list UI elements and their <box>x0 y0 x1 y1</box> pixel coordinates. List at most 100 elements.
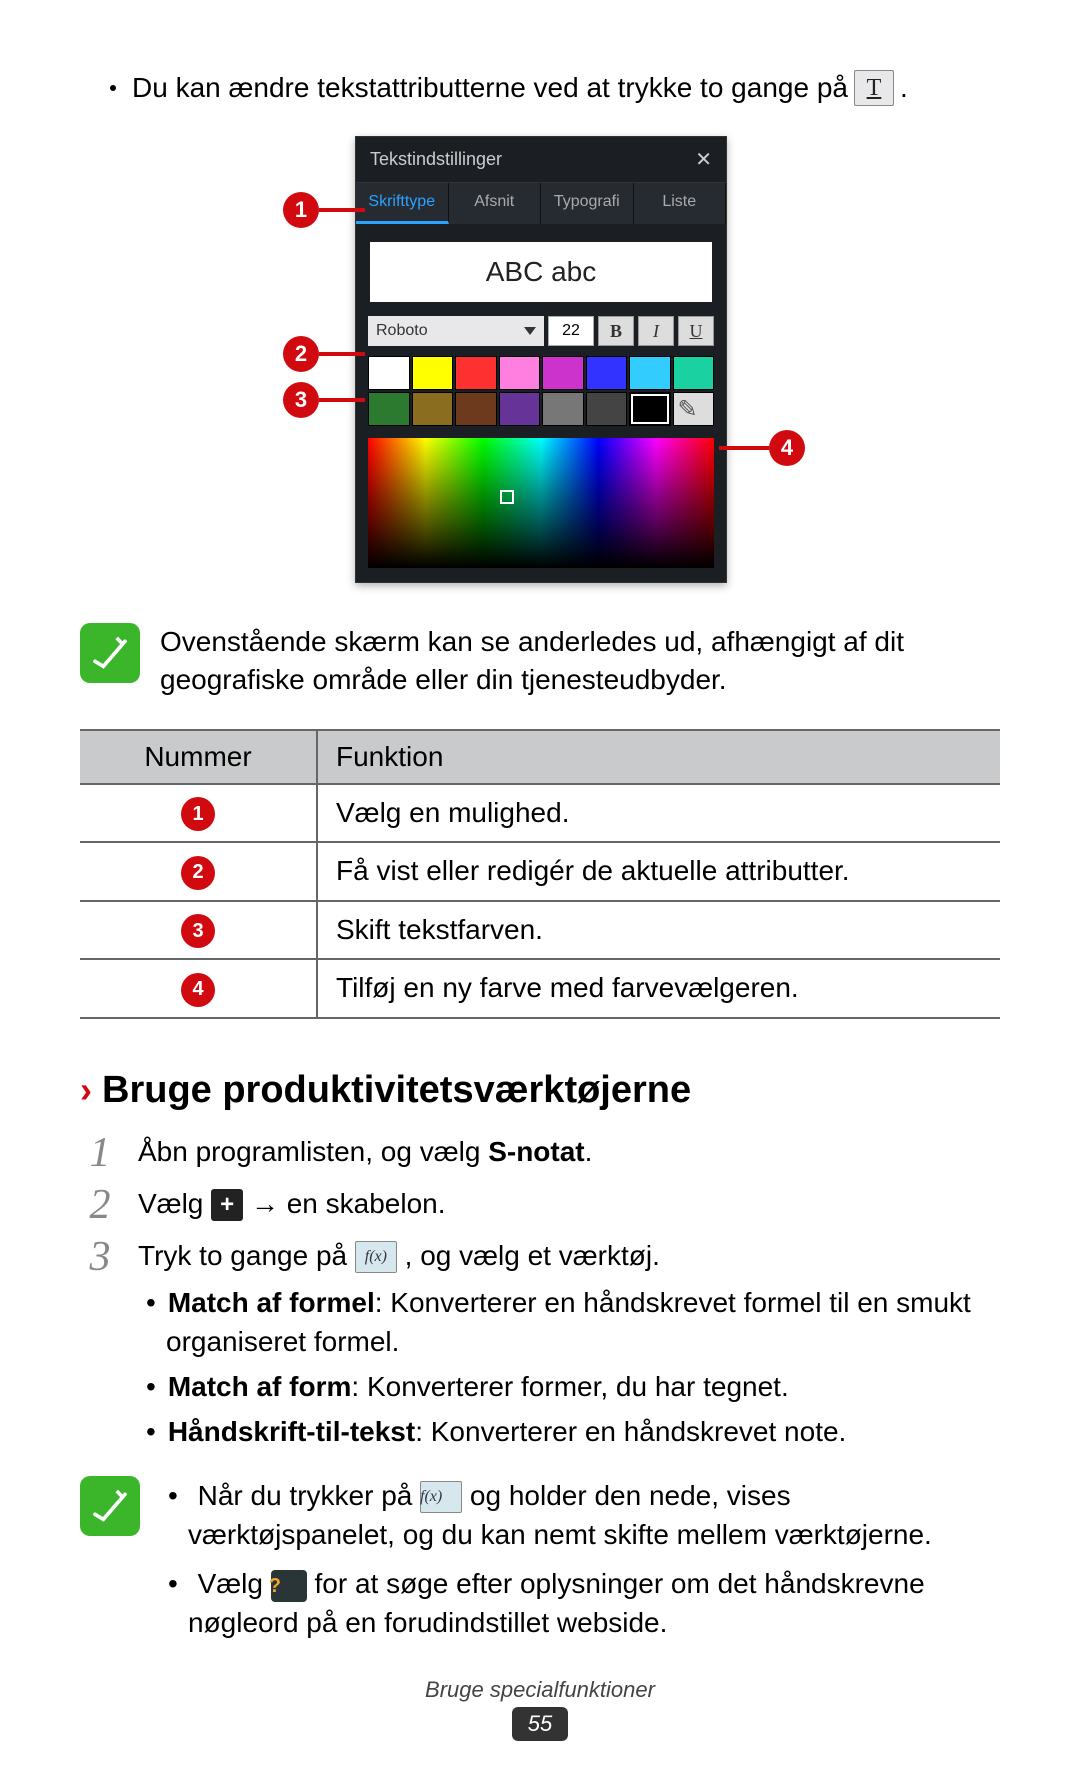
step3-a: Tryk to gange på <box>138 1240 355 1271</box>
tab-typography[interactable]: Typografi <box>541 183 634 224</box>
callout-badge: 1 <box>283 192 319 228</box>
tab-font[interactable]: Skrifttype <box>356 183 449 224</box>
th-number: Nummer <box>80 730 317 784</box>
step-number: 3 <box>80 1236 120 1278</box>
panel-title: Tekstindstillinger <box>370 149 502 170</box>
callout-1: 1 <box>283 192 365 228</box>
swatch-selected[interactable] <box>629 392 671 426</box>
swatch[interactable] <box>586 392 628 426</box>
table-row: 3 Skift tekstfarven. <box>80 901 1000 960</box>
table-row: 2 Få vist eller redigér de aktuelle attr… <box>80 842 1000 901</box>
callout-3: 3 <box>283 382 365 418</box>
swatch[interactable] <box>455 356 497 390</box>
bullet-shape: Match af form: Konverterer former, du ha… <box>138 1367 1000 1406</box>
step2-b: → en skabelon. <box>251 1188 446 1219</box>
page-footer: Bruge specialfunktioner 55 <box>0 1677 1080 1741</box>
eyedropper-button[interactable]: ✎ <box>673 392 715 426</box>
intro-suffix: . <box>900 72 908 104</box>
fx-icon: f(x) <box>355 1241 397 1273</box>
callout-table: Nummer Funktion 1 Vælg en mulighed. 2 Få… <box>80 729 1000 1019</box>
italic-button[interactable]: I <box>638 316 674 346</box>
row-badge: 2 <box>181 856 215 890</box>
intro-bullet: Du kan ændre tekstattributterne ved at t… <box>80 70 1000 106</box>
swatch[interactable] <box>499 392 541 426</box>
font-row: Roboto 22 B I U <box>356 316 726 356</box>
text-settings-panel: Tekstindstillinger ✕ Skrifttype Afsnit T… <box>355 136 727 583</box>
step1-bold: S-notat <box>488 1136 584 1167</box>
fx-icon: f(x) <box>420 1481 462 1513</box>
callout-2: 2 <box>283 336 365 372</box>
swatch[interactable] <box>673 356 715 390</box>
eyedropper-icon: ✎ <box>678 395 698 424</box>
note-icon <box>80 1476 140 1536</box>
row-func: Skift tekstfarven. <box>317 901 1000 960</box>
row-func: Vælg en mulighed. <box>317 784 1000 843</box>
manual-page: Du kan ændre tekstattributterne ved at t… <box>0 0 1080 1771</box>
screenshot-figure: Tekstindstillinger ✕ Skrifttype Afsnit T… <box>80 136 1000 583</box>
callout-line <box>319 352 365 356</box>
tab-paragraph[interactable]: Afsnit <box>449 183 542 224</box>
swatch[interactable] <box>455 392 497 426</box>
close-icon[interactable]: ✕ <box>695 147 712 172</box>
bold-button[interactable]: B <box>598 316 634 346</box>
step2-a: Vælg <box>138 1188 211 1219</box>
step-2: 2 Vælg + → en skabelon. <box>80 1184 1000 1226</box>
chevron-right-icon: › <box>80 1069 92 1111</box>
font-family-select[interactable]: Roboto <box>368 316 544 346</box>
callout-badge: 4 <box>769 430 805 466</box>
callout-line <box>719 446 769 450</box>
swatch[interactable] <box>629 356 671 390</box>
page-number: 55 <box>512 1707 568 1741</box>
step1-a: Åbn programlisten, og vælg <box>138 1136 488 1167</box>
row-badge: 4 <box>181 973 215 1007</box>
section-heading: › Bruge produktivitetsværktøjerne <box>80 1069 1000 1112</box>
swatch[interactable] <box>368 392 410 426</box>
step-list: 1 Åbn programlisten, og vælg S-notat. 2 … <box>80 1132 1000 1458</box>
swatch[interactable] <box>542 356 584 390</box>
step1-c: . <box>585 1136 593 1167</box>
step-1: 1 Åbn programlisten, og vælg S-notat. <box>80 1132 1000 1174</box>
color-swatches: ✎ <box>356 356 726 430</box>
swatch[interactable] <box>368 356 410 390</box>
step-3: 3 Tryk to gange på f(x) , og vælg et vær… <box>80 1236 1000 1458</box>
font-size-input[interactable]: 22 <box>548 316 594 346</box>
row-func: Tilføj en ny farve med farvevælgeren. <box>317 959 1000 1018</box>
info-note-2: Når du trykker på f(x) og holder den ned… <box>80 1476 1000 1653</box>
bullet-icon <box>110 85 116 91</box>
intro-text: Du kan ændre tekstattributterne ved at t… <box>132 72 848 104</box>
swatch[interactable] <box>412 392 454 426</box>
table-row: 4 Tilføj en ny farve med farvevælgeren. <box>80 959 1000 1018</box>
row-badge: 3 <box>181 914 215 948</box>
row-badge: 1 <box>181 797 215 831</box>
gradient-cursor[interactable] <box>500 490 514 504</box>
swatch[interactable] <box>499 356 541 390</box>
font-family-value: Roboto <box>376 322 428 340</box>
chevron-down-icon <box>524 327 536 335</box>
panel-tabs: Skrifttype Afsnit Typografi Liste <box>356 183 726 224</box>
text-style-icon: T <box>854 70 894 106</box>
swatch[interactable] <box>542 392 584 426</box>
callout-badge: 2 <box>283 336 319 372</box>
callout-badge: 3 <box>283 382 319 418</box>
step-number: 2 <box>80 1184 120 1226</box>
sub-bullets: Match af formel: Konverterer en håndskre… <box>138 1283 1000 1452</box>
tab-list[interactable]: Liste <box>634 183 727 224</box>
color-gradient-picker[interactable] <box>368 438 714 568</box>
callout-line <box>319 208 365 212</box>
note2-line1: Når du trykker på f(x) og holder den ned… <box>160 1476 1000 1554</box>
row-func: Få vist eller redigér de aktuelle attrib… <box>317 842 1000 901</box>
table-row: 1 Vælg en mulighed. <box>80 784 1000 843</box>
note-text: Ovenstående skærm kan se anderledes ud, … <box>160 623 1000 699</box>
footer-label: Bruge specialfunktioner <box>0 1677 1080 1703</box>
font-preview: ABC abc <box>370 242 712 302</box>
note-icon <box>80 623 140 683</box>
callout-4: 4 <box>719 430 805 466</box>
swatch[interactable] <box>586 356 628 390</box>
swatch[interactable] <box>412 356 454 390</box>
step-number: 1 <box>80 1132 120 1174</box>
underline-button[interactable]: U <box>678 316 714 346</box>
search-help-icon: ? <box>271 1570 307 1602</box>
info-note: Ovenstående skærm kan se anderledes ud, … <box>80 623 1000 699</box>
step3-b: , og vælg et værktøj. <box>405 1240 660 1271</box>
th-function: Funktion <box>317 730 1000 784</box>
